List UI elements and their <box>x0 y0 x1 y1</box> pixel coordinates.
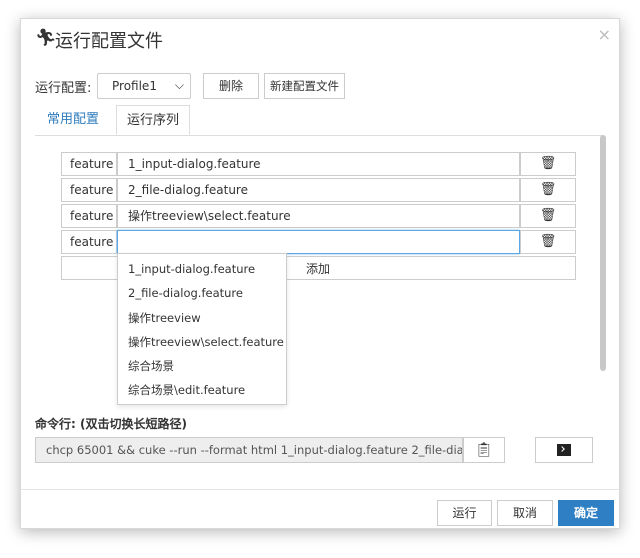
dropdown-item[interactable]: 1_input-dialog.feature <box>128 262 255 276</box>
tab-run-sequence[interactable]: 运行序列 <box>116 105 191 135</box>
row-type: feature <box>61 204 117 228</box>
dropdown-item[interactable]: 操作treeview <box>128 310 201 326</box>
table-row: feature 2_file-dialog.feature 🗑︎ <box>61 178 576 202</box>
command-line-field[interactable]: chcp 65001 && cuke --run --format html 1… <box>35 437 463 463</box>
trash-icon[interactable]: 🗑︎ <box>520 204 576 228</box>
dialog-footer: 运行 取消 确定 <box>21 489 619 530</box>
profile-label: 运行配置: <box>35 81 92 96</box>
new-profile-button[interactable]: 新建配置文件 <box>264 73 345 99</box>
profile-row: 运行配置: Profile1 ⌵ 删除 新建配置文件 <box>35 73 595 99</box>
chevron-down-icon: ⌵ <box>174 78 184 92</box>
row-feature-name[interactable]: 2_file-dialog.feature <box>117 178 520 202</box>
row-type: feature <box>61 152 117 176</box>
dropdown-item[interactable]: 2_file-dialog.feature <box>128 286 243 300</box>
close-icon[interactable]: × <box>598 25 611 44</box>
trash-icon[interactable]: 🗑︎ <box>520 230 576 254</box>
tab-common-config[interactable]: 常用配置 <box>37 105 109 135</box>
row-feature-name[interactable]: 1_input-dialog.feature <box>117 152 520 176</box>
add-label: 添加 <box>306 262 331 276</box>
row-feature-input[interactable] <box>117 230 520 254</box>
table-row: feature 🗑︎ <box>61 230 576 254</box>
runner-icon: 🏃︎ <box>35 28 57 48</box>
vertical-scrollbar[interactable] <box>600 135 606 371</box>
run-config-dialog: 🏃︎ 运行配置文件 × 运行配置: Profile1 ⌵ 删除 新建配置文件 常… <box>20 18 620 529</box>
trash-icon[interactable]: 🗑︎ <box>520 178 576 202</box>
ok-button[interactable]: 确定 <box>558 500 614 526</box>
trash-icon[interactable]: 🗑︎ <box>520 152 576 176</box>
table-row: feature 1_input-dialog.feature 🗑︎ <box>61 152 576 176</box>
terminal-button[interactable] <box>535 437 593 463</box>
copy-clipboard-icon[interactable]: 📋︎ <box>463 437 505 463</box>
run-button[interactable]: 运行 <box>437 500 492 526</box>
dropdown-item[interactable]: 综合场景 <box>128 358 174 374</box>
dropdown-item[interactable]: 综合场景\edit.feature <box>128 382 245 398</box>
table-row: feature 操作treeview\select.feature 🗑︎ <box>61 204 576 228</box>
cancel-button[interactable]: 取消 <box>497 500 553 526</box>
profile-select-value: Profile1 <box>112 79 157 93</box>
row-feature-name[interactable]: 操作treeview\select.feature <box>117 204 520 228</box>
terminal-icon <box>557 444 571 456</box>
profile-select[interactable]: Profile1 ⌵ <box>97 73 191 99</box>
row-type: feature <box>61 230 117 254</box>
tab-bar: 常用配置 运行序列 <box>35 105 603 136</box>
row-type: feature <box>61 178 117 202</box>
autocomplete-dropdown: 1_input-dialog.feature 2_file-dialog.fea… <box>117 253 287 405</box>
dialog-titlebar: 🏃︎ 运行配置文件 × <box>21 19 619 59</box>
dropdown-item[interactable]: 操作treeview\select.feature <box>128 334 284 350</box>
dialog-title: 运行配置文件 <box>55 31 163 52</box>
command-label: 命令行: (双击切换长短路径) <box>35 417 187 431</box>
delete-profile-button[interactable]: 删除 <box>203 73 259 99</box>
